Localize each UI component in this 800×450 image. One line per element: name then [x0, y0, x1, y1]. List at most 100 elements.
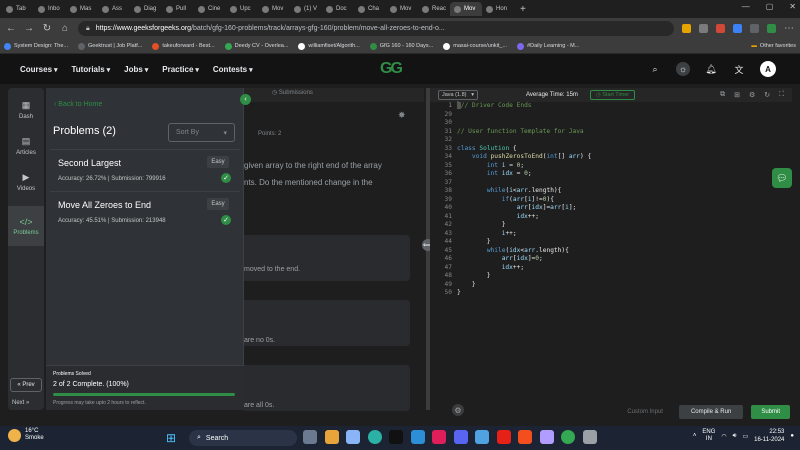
- browser-tab[interactable]: Mas: [66, 2, 98, 16]
- language-select[interactable]: Java (1.8) ▾: [438, 90, 478, 100]
- meet-icon[interactable]: [324, 430, 339, 444]
- bookmark-item[interactable]: takeuforward - Best...: [152, 42, 215, 50]
- youtube-music-icon[interactable]: [496, 430, 511, 444]
- search-icon[interactable]: ⌕: [648, 62, 662, 76]
- browser-tab[interactable]: Upc: [226, 2, 258, 16]
- settings-icon[interactable]: [582, 430, 597, 444]
- browser-tab[interactable]: Mov: [450, 2, 482, 16]
- translate-icon[interactable]: 文: [732, 62, 746, 76]
- browser-tab[interactable]: Pull: [162, 2, 194, 16]
- chrome-icon[interactable]: [561, 430, 575, 444]
- collapse-drawer-icon[interactable]: ‹: [240, 94, 251, 105]
- submit-button[interactable]: Submit: [751, 405, 790, 419]
- code-editor[interactable]: 1 29 30 31 32 33 34 35 36 37 38 39 40 41 42 43 44 45 46 47 4…: [430, 102, 792, 402]
- start-timer-button[interactable]: ◷ Start Timer: [589, 90, 636, 100]
- figma-icon[interactable]: [518, 430, 532, 444]
- prev-button[interactable]: « Prev: [10, 378, 42, 392]
- extension-icon[interactable]: [716, 24, 725, 33]
- bug-report-icon[interactable]: ✸: [398, 110, 406, 121]
- settings-icon[interactable]: ⚙: [749, 91, 755, 99]
- sort-by-select[interactable]: Sort By ▾: [168, 123, 235, 142]
- nav-menu-courses[interactable]: Courses: [20, 65, 57, 74]
- windows-start-icon[interactable]: ⊞: [166, 431, 176, 445]
- rail-item-articles[interactable]: ▤ Articles: [8, 130, 44, 162]
- arrow-icon[interactable]: [539, 430, 554, 444]
- rail-item-videos[interactable]: ▶ Videos: [8, 166, 44, 198]
- photos-icon[interactable]: [475, 430, 489, 444]
- back-arrow-icon[interactable]: ←: [6, 23, 16, 34]
- favorites-icon[interactable]: [750, 24, 759, 33]
- edge-icon[interactable]: [367, 430, 382, 444]
- browser-tab[interactable]: Inbo: [34, 2, 66, 16]
- problem-card[interactable]: Move All Zeroes to End Accuracy: 45.51% |…: [50, 191, 240, 231]
- nav-menu-tutorials[interactable]: Tutorials: [71, 65, 110, 74]
- new-tab-button[interactable]: +: [520, 4, 526, 15]
- browser-tab[interactable]: Mov: [386, 2, 418, 16]
- rail-item-problems[interactable]: </> Problems: [8, 206, 44, 246]
- bookmark-item[interactable]: GfG 160 - 160 Days...: [369, 42, 433, 50]
- clock[interactable]: 22:53 16-11-2024: [754, 428, 784, 444]
- profile-icon[interactable]: [767, 24, 776, 33]
- vscode-icon[interactable]: [410, 430, 425, 444]
- bell-icon[interactable]: 🔔︎: [704, 62, 718, 76]
- taskbar-search[interactable]: ⌕ Search: [189, 430, 297, 446]
- browser-tab[interactable]: Ass: [98, 2, 130, 16]
- browser-tab[interactable]: Cine: [194, 2, 226, 16]
- bookmark-item[interactable]: Deedy CV - Overlea...: [224, 42, 288, 50]
- language-indicator[interactable]: ENG IN: [702, 429, 715, 443]
- minimize-icon[interactable]: —: [742, 2, 750, 11]
- browser-tab[interactable]: Mov: [258, 2, 290, 16]
- browser-tab[interactable]: Reac: [418, 2, 450, 16]
- slack-icon[interactable]: [432, 430, 446, 444]
- wifi-icon[interactable]: ◠: [721, 433, 726, 440]
- nav-menu-practice[interactable]: Practice: [162, 65, 199, 74]
- bookmark-item[interactable]: System Design: The...: [4, 42, 68, 50]
- other-favorites[interactable]: ▬ Other favorites: [751, 43, 796, 49]
- nav-menu-jobs[interactable]: Jobs: [124, 65, 148, 74]
- battery-icon[interactable]: ▭: [742, 433, 748, 440]
- code-content[interactable]: ▌// Driver Code Ends // User function Te…: [457, 102, 591, 298]
- discord-icon[interactable]: [453, 430, 468, 444]
- browser-tab[interactable]: Doc: [322, 2, 354, 16]
- extension-icon[interactable]: [733, 24, 742, 33]
- task-view-icon[interactable]: [303, 430, 317, 444]
- gfg-logo[interactable]: GG: [380, 60, 414, 78]
- nav-menu-contests[interactable]: Contests: [213, 65, 253, 74]
- theme-toggle-icon[interactable]: ☼: [676, 62, 690, 76]
- bookmark-item[interactable]: williamfiset/Algorith...: [298, 42, 360, 50]
- tab-submissions[interactable]: ◷ Submissions: [272, 89, 313, 96]
- reload-icon[interactable]: ↻: [42, 23, 52, 34]
- browser-tab[interactable]: Cha: [354, 2, 386, 16]
- reset-icon[interactable]: ↻: [764, 91, 770, 99]
- problem-card[interactable]: Second Largest Accuracy: 26.72% | Submiss…: [50, 149, 240, 189]
- menu-dots-icon[interactable]: ⋯: [784, 23, 794, 34]
- chat-icon[interactable]: 💬︎: [772, 168, 792, 188]
- terminal-icon[interactable]: [389, 430, 403, 444]
- browser-tab[interactable]: Hon: [482, 2, 514, 16]
- bookmark-item[interactable]: masai-course/unkit_...: [443, 42, 507, 50]
- avatar[interactable]: A: [760, 61, 776, 77]
- maximize-icon[interactable]: ▢: [766, 2, 774, 11]
- close-icon[interactable]: ✕: [789, 2, 796, 11]
- custom-input-button[interactable]: Custom Input: [619, 405, 671, 419]
- files-icon[interactable]: [346, 430, 360, 444]
- volume-icon[interactable]: 🔊︎: [733, 433, 737, 440]
- browser-tab[interactable]: (1) V: [290, 2, 322, 16]
- copy-icon[interactable]: ⧉: [720, 91, 725, 99]
- browser-tab[interactable]: Tab: [2, 2, 34, 16]
- notification-icon[interactable]: ●: [790, 433, 794, 439]
- next-button[interactable]: Next »: [12, 400, 29, 406]
- fullscreen-icon[interactable]: ⛶: [779, 91, 784, 99]
- chevron-up-icon[interactable]: ˄: [693, 433, 697, 439]
- bookmark-item[interactable]: #Daily Learning - M...: [517, 42, 579, 50]
- bookmark-item[interactable]: Geektrust | Job Platf...: [78, 42, 142, 50]
- extension-icon[interactable]: [699, 24, 708, 33]
- address-bar[interactable]: 🔒︎ https://www.geeksforgeeks.org/batch/g…: [78, 21, 674, 36]
- back-to-home-link[interactable]: ‹ Back to Home: [54, 101, 102, 108]
- forward-arrow-icon[interactable]: →: [24, 23, 34, 34]
- format-icon[interactable]: ⊞: [734, 91, 740, 99]
- home-icon[interactable]: ⌂: [60, 23, 70, 34]
- gear-icon[interactable]: ⚙: [452, 404, 464, 416]
- browser-tab[interactable]: Diag: [130, 2, 162, 16]
- extension-icon[interactable]: [682, 24, 691, 33]
